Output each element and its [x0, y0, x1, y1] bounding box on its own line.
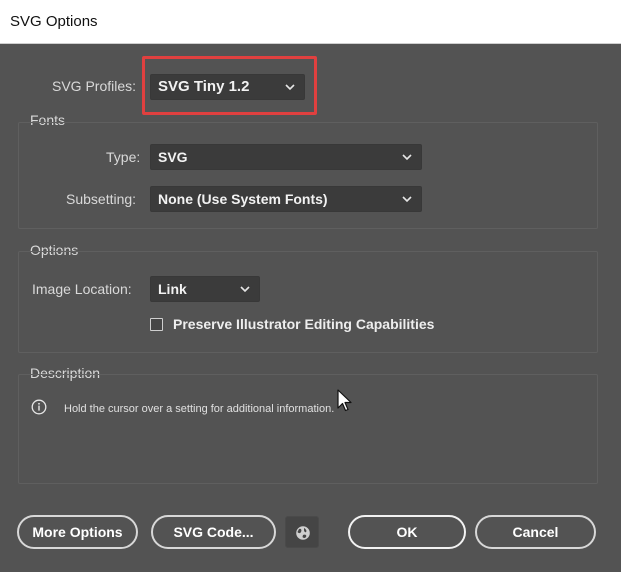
type-label: Type: — [106, 149, 141, 165]
highlight-box — [142, 56, 317, 115]
fonts-group — [18, 122, 598, 229]
image-location-dropdown[interactable]: Link — [150, 276, 260, 302]
chevron-down-icon — [240, 285, 250, 293]
chevron-down-icon — [402, 195, 412, 203]
ok-button[interactable]: OK — [348, 515, 466, 549]
web-preview-button[interactable] — [285, 516, 319, 548]
globe-icon — [296, 526, 310, 540]
svg-code-button[interactable]: SVG Code... — [151, 515, 276, 549]
type-dropdown[interactable]: SVG — [150, 144, 422, 170]
subsetting-dropdown[interactable]: None (Use System Fonts) — [150, 186, 422, 212]
image-location-value: Link — [158, 281, 187, 297]
subsetting-label: Subsetting: — [66, 191, 137, 207]
window-title: SVG Options — [10, 13, 98, 30]
info-icon — [31, 399, 47, 415]
description-text: Hold the cursor over a setting for addit… — [64, 403, 335, 415]
title-bar: SVG Options — [0, 0, 621, 44]
more-options-button[interactable]: More Options — [17, 515, 138, 549]
options-group — [18, 251, 598, 353]
svg-profiles-label: SVG Profiles: — [52, 78, 137, 94]
preserve-editing-checkbox[interactable] — [150, 318, 163, 331]
type-value: SVG — [158, 149, 188, 165]
mouse-cursor-icon — [337, 389, 353, 413]
image-location-label: Image Location: — [32, 281, 132, 297]
description-group — [18, 374, 598, 484]
subsetting-value: None (Use System Fonts) — [158, 191, 328, 207]
cancel-button[interactable]: Cancel — [475, 515, 596, 549]
preserve-editing-label[interactable]: Preserve Illustrator Editing Capabilitie… — [173, 316, 434, 332]
chevron-down-icon — [402, 153, 412, 161]
